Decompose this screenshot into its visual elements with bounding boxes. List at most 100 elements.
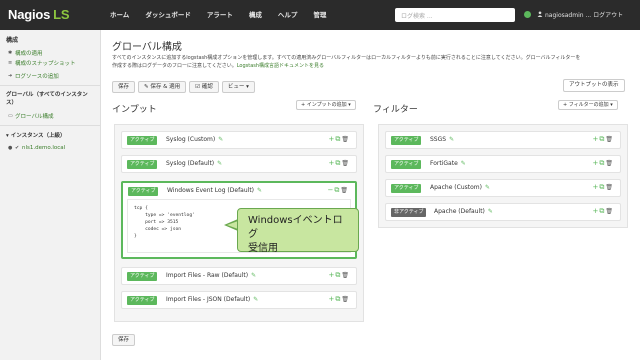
sidebar-section-global: グローバル（すべてのインスタンス） [6,92,88,106]
add-input-button[interactable]: + インプットの追加 ▾ [296,100,356,110]
row-label: FortiGate [430,160,458,167]
button-label: 確認 [201,84,213,90]
row-label: SSGS [430,136,447,143]
sidebar-item-label: グローバル構成 [15,114,54,120]
row-label: Apache (Custom) [430,184,482,191]
pencil-icon[interactable]: ✎ [253,296,258,303]
filter-row[interactable]: 非アクティブ Apache (Default) ✎ +⧉🗑 [385,203,621,221]
description-text: すべてのインスタンスに追加するlogstash構成オプションを管理します。すべて… [112,55,581,61]
status-badge: アクティブ [127,296,158,305]
bottom-save-button[interactable]: 保存 [112,334,136,346]
filter-row[interactable]: アクティブ SSGS ✎ +⧉🗑 [385,131,621,149]
show-output-button[interactable]: アウトプットの表示 [563,79,625,92]
input-row[interactable]: アクティブ Syslog (Default) ✎ +⧉🗑 [121,155,357,173]
view-dropdown[interactable]: ビュー ▾ [221,81,255,93]
callout-line: 受信用 [248,243,278,254]
callout-line: Windowsイベントログ [248,215,343,240]
trash-icon[interactable]: 🗑 [341,136,350,143]
pencil-icon[interactable]: ✎ [217,160,222,167]
trash-icon[interactable]: 🗑 [341,296,350,303]
sidebar-section-instances[interactable]: ▾ インスタンス（上級） [0,130,100,140]
trash-icon[interactable]: 🗑 [341,160,350,167]
inputs-title: インプット [112,105,157,115]
filter-name: SSGS ✎ [430,136,454,143]
status-badge: 非アクティブ [391,208,427,217]
logo-suffix: LS [53,7,70,22]
verify-button[interactable]: ☑ 確認 [189,81,219,93]
asterisk-icon: ✱ [8,50,13,56]
pencil-icon[interactable]: ✎ [461,160,466,167]
nav-help[interactable]: ヘルプ [278,0,298,30]
docs-link[interactable]: Logstash構成言語ドキュメントを見る [237,63,324,69]
nagios-logo[interactable]: Nagios LS [8,7,70,22]
trash-icon[interactable]: 🗑 [340,187,349,194]
status-badge: アクティブ [391,160,422,169]
check-icon: ☑ [195,84,202,90]
save-apply-button[interactable]: ✎ 保存 & 適用 [138,81,187,93]
pencil-icon[interactable]: ✎ [449,136,454,143]
list-icon: ≡ [8,60,13,66]
filters-title: フィルター [373,105,418,115]
arrow-icon: ➜ [8,73,13,79]
sidebar-item-label: 構成のスナップショット [15,61,76,67]
pencil-icon[interactable]: ✎ [488,208,493,215]
log-search-input[interactable]: ログ検索 ... [395,8,515,22]
row-actions: +⧉🗑 [329,295,351,304]
button-label: 保存 & 適用 [150,84,181,90]
input-name: Import Files - JSON (Default) ✎ [166,296,258,303]
status-badge: アクティブ [127,272,158,281]
status-ok-icon[interactable] [524,11,531,18]
check-icon: ✔ [15,145,20,151]
nav-admin[interactable]: 管理 [313,0,326,30]
button-label: フィルターの追加 [568,102,609,108]
user-label: nagiosadmin ... ログアウト [545,12,624,19]
status-badge: アクティブ [391,184,422,193]
row-label: Apache (Default) [434,208,485,215]
row-label: Syslog (Custom) [166,136,216,143]
row-actions: +⧉🗑 [329,271,351,280]
pencil-icon[interactable]: ✎ [485,184,490,191]
add-filter-button[interactable]: + フィルターの追加 ▾ [558,100,618,110]
page-description: すべてのインスタンスに追加するlogstash構成オプションを管理します。すべて… [112,55,634,70]
sidebar-item-global-config[interactable]: ▭ グローバル構成 [0,111,100,121]
trash-icon[interactable]: 🗑 [341,272,350,279]
page-title: グローバル構成 [112,42,182,53]
trash-icon[interactable]: 🗑 [605,208,614,215]
status-badge: アクティブ [127,160,158,169]
sidebar-item-snapshots[interactable]: ≡ 構成のスナップショット [0,58,100,68]
caret-down-icon: ▾ [346,102,351,108]
trash-icon[interactable]: 🗑 [605,136,614,143]
row-actions: +⧉🗑 [593,183,615,192]
trash-icon[interactable]: 🗑 [605,160,614,167]
caret-down-icon: ▾ [608,102,613,108]
filter-row[interactable]: アクティブ Apache (Custom) ✎ +⧉🗑 [385,179,621,197]
toolbar: 保存 ✎ 保存 & 適用 ☑ 確認 ビュー ▾ [112,81,258,93]
input-row[interactable]: アクティブ Import Files - Raw (Default) ✎ +⧉🗑 [121,267,357,285]
sidebar-item-apply-config[interactable]: ✱ 構成の適用 [0,48,100,58]
divider [0,85,100,86]
filter-name: Apache (Custom) ✎ [430,184,490,191]
filter-row[interactable]: アクティブ FortiGate ✎ +⧉🗑 [385,155,621,173]
pencil-icon[interactable]: ✎ [218,136,223,143]
nav-alerts[interactable]: アラート [207,0,233,30]
sidebar-item-label: ログソースの追加 [15,74,59,80]
save-button[interactable]: 保存 [112,81,136,93]
pencil-icon[interactable]: ✎ [251,272,256,279]
status-badge: アクティブ [391,136,422,145]
doc-icon: ▭ [8,113,13,119]
sidebar-item-add-log-source[interactable]: ➜ ログソースの追加 [0,71,100,81]
pencil-icon[interactable]: ✎ [257,187,262,194]
nav-dashboard[interactable]: ダッシュボード [145,0,191,30]
input-row[interactable]: アクティブ Import Files - JSON (Default) ✎ +⧉🗑 [121,291,357,309]
sidebar: 構成 ✱ 構成の適用 ≡ 構成のスナップショット ➜ ログソースの追加 グローバル（す… [0,30,101,360]
input-row[interactable]: アクティブ Syslog (Custom) ✎ +⧉🗑 [121,131,357,149]
nav-configure[interactable]: 構成 [249,0,262,30]
user-icon [537,11,543,17]
user-menu[interactable]: nagiosadmin ... ログアウト [537,10,623,19]
row-label: Import Files - JSON (Default) [166,296,251,303]
sidebar-item-instance[interactable]: ● ✔ nls1.demo.local [0,144,100,152]
filter-name: Apache (Default) ✎ [434,208,493,215]
trash-icon[interactable]: 🗑 [605,184,614,191]
nav-home[interactable]: ホーム [110,0,129,30]
divider [0,125,100,126]
